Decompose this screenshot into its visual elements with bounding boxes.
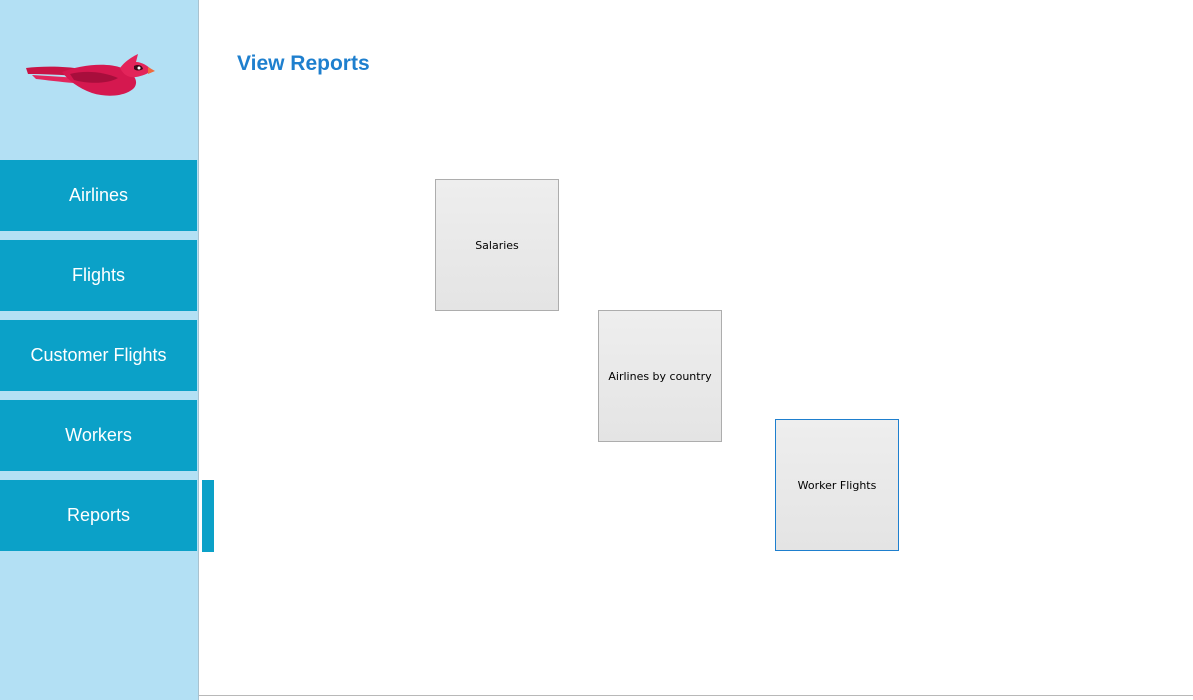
salaries-report-button[interactable]: Salaries xyxy=(435,179,559,311)
sidebar-divider xyxy=(198,0,199,700)
sidebar-item-flights[interactable]: Flights xyxy=(0,240,197,311)
report-button-label: Worker Flights xyxy=(797,478,877,492)
bottom-border xyxy=(199,695,1193,696)
active-nav-indicator xyxy=(202,480,214,552)
sidebar-item-label: Airlines xyxy=(68,185,129,205)
sidebar-item-label: Flights xyxy=(71,265,125,285)
sidebar-item-customer-flights[interactable]: Customer Flights xyxy=(0,320,197,391)
report-button-label: Salaries xyxy=(475,238,519,252)
sidebar: Airlines Flights Customer Flights Worker… xyxy=(0,0,198,700)
sidebar-item-label: Customer Flights xyxy=(30,345,167,365)
sidebar-item-airlines[interactable]: Airlines xyxy=(0,160,197,231)
airlines-by-country-report-button[interactable]: Airlines by country xyxy=(598,310,722,442)
sidebar-item-label: Reports xyxy=(66,505,131,525)
page-title: View Reports xyxy=(237,52,370,75)
worker-flights-report-button[interactable]: Worker Flights xyxy=(775,419,899,551)
report-button-label: Airlines by country xyxy=(608,369,712,383)
sidebar-item-label: Workers xyxy=(65,425,132,445)
cardinal-bird-icon xyxy=(22,50,158,102)
sidebar-item-workers[interactable]: Workers xyxy=(0,400,197,471)
sidebar-item-reports[interactable]: Reports xyxy=(0,480,197,551)
